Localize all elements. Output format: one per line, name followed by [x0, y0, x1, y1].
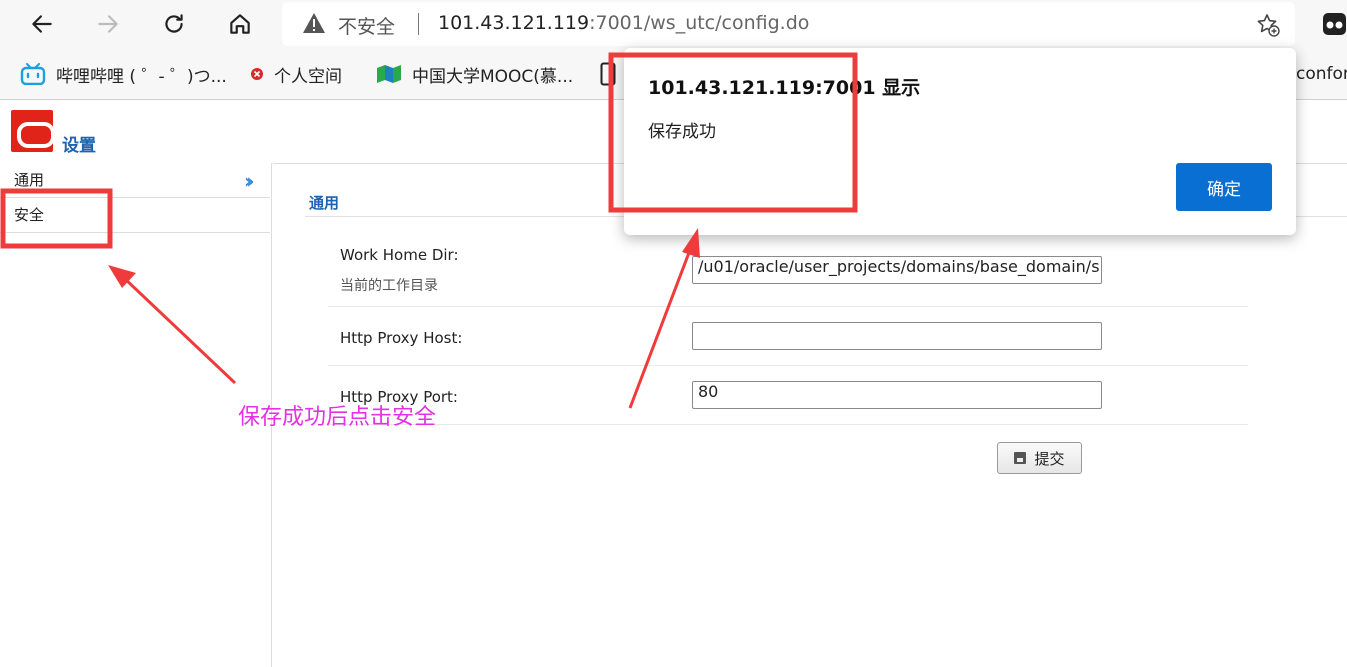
alert-message: 保存成功	[648, 122, 716, 142]
back-button[interactable]	[24, 6, 60, 42]
work-home-dir-value: /u01/oracle/user_projects/domains/base_d…	[698, 257, 1100, 276]
doc-icon	[600, 62, 616, 86]
forward-button[interactable]	[90, 6, 126, 42]
http-proxy-port-input[interactable]: 80	[692, 381, 1102, 409]
bilibili-icon	[20, 63, 46, 85]
submit-button[interactable]: 提交	[997, 442, 1082, 474]
warning-icon[interactable]	[302, 12, 326, 34]
sidebar-item-security[interactable]: 安全	[0, 198, 270, 233]
red-badge-icon	[251, 68, 263, 80]
browser-toolbar: 不安全 101.43.121.119:7001/ws_utc/config.do	[0, 0, 1347, 50]
http-proxy-port-value: 80	[698, 382, 719, 401]
url-text[interactable]: 101.43.121.119:7001/ws_utc/config.do	[438, 12, 809, 34]
collapse-sidebar-icon[interactable]: ››	[244, 169, 255, 193]
work-home-dir-input[interactable]: /u01/oracle/user_projects/domains/base_d…	[692, 256, 1102, 284]
bookmark-personal-space[interactable]: 个人空间	[250, 62, 342, 87]
arrow-right-icon	[98, 15, 118, 33]
arrow-left-icon	[32, 15, 52, 33]
reload-button[interactable]	[156, 6, 192, 42]
bookmark-document[interactable]	[600, 62, 626, 86]
row-divider	[328, 365, 1248, 366]
save-icon	[1014, 452, 1027, 464]
mooc-icon	[377, 65, 401, 83]
bookmark-label: 哔哩哔哩 ( ゜- ゜)つ...	[56, 66, 227, 87]
work-home-dir-description: 当前的工作目录	[340, 278, 438, 294]
url-path: :7001/ws_utc/config.do	[589, 12, 810, 34]
bookmark-label: 个人空间	[274, 66, 342, 87]
add-favorite-icon[interactable]	[1255, 12, 1281, 38]
row-divider	[328, 424, 1248, 425]
sidebar-item-label: 通用	[14, 171, 45, 189]
annotation-text: 保存成功后点击安全	[238, 405, 437, 430]
alert-ok-button[interactable]: 确定	[1176, 163, 1272, 211]
sidebar-item-general[interactable]: 通用	[0, 163, 270, 198]
http-proxy-host-label: Http Proxy Host:	[340, 329, 463, 347]
bookmark-bilibili[interactable]: 哔哩哔哩 ( ゜- ゜)つ...	[20, 62, 227, 87]
alert-dialog: 101.43.121.119:7001 显示 保存成功 确定	[624, 48, 1296, 235]
home-icon	[230, 14, 250, 34]
sidebar: 通用 ›› 安全	[0, 163, 272, 667]
bookmark-label: confor	[1296, 64, 1347, 84]
bookmark-label: 中国大学MOOC(慕...	[412, 66, 574, 87]
submit-label: 提交	[1034, 449, 1065, 468]
bookmark-mooc[interactable]: 中国大学MOOC(慕...	[376, 62, 574, 87]
alert-title: 101.43.121.119:7001 显示	[648, 77, 921, 99]
work-home-dir-label: Work Home Dir:	[340, 246, 459, 264]
sidebar-item-label: 安全	[14, 206, 45, 224]
http-proxy-host-input[interactable]	[692, 322, 1102, 350]
home-button[interactable]	[222, 6, 258, 42]
url-host: 101.43.121.119	[438, 12, 590, 34]
row-divider	[328, 306, 1248, 307]
bookmark-confor[interactable]: confor	[1296, 62, 1347, 86]
section-title: 通用	[309, 194, 340, 212]
profile-icon[interactable]	[1322, 12, 1347, 36]
oracle-logo	[11, 110, 55, 152]
reload-icon	[165, 14, 183, 33]
address-bar[interactable]: 不安全 101.43.121.119:7001/ws_utc/config.do	[282, 2, 1295, 46]
insecure-label[interactable]: 不安全	[338, 12, 395, 39]
address-separator	[418, 13, 419, 35]
page-title: 设置	[62, 136, 96, 156]
